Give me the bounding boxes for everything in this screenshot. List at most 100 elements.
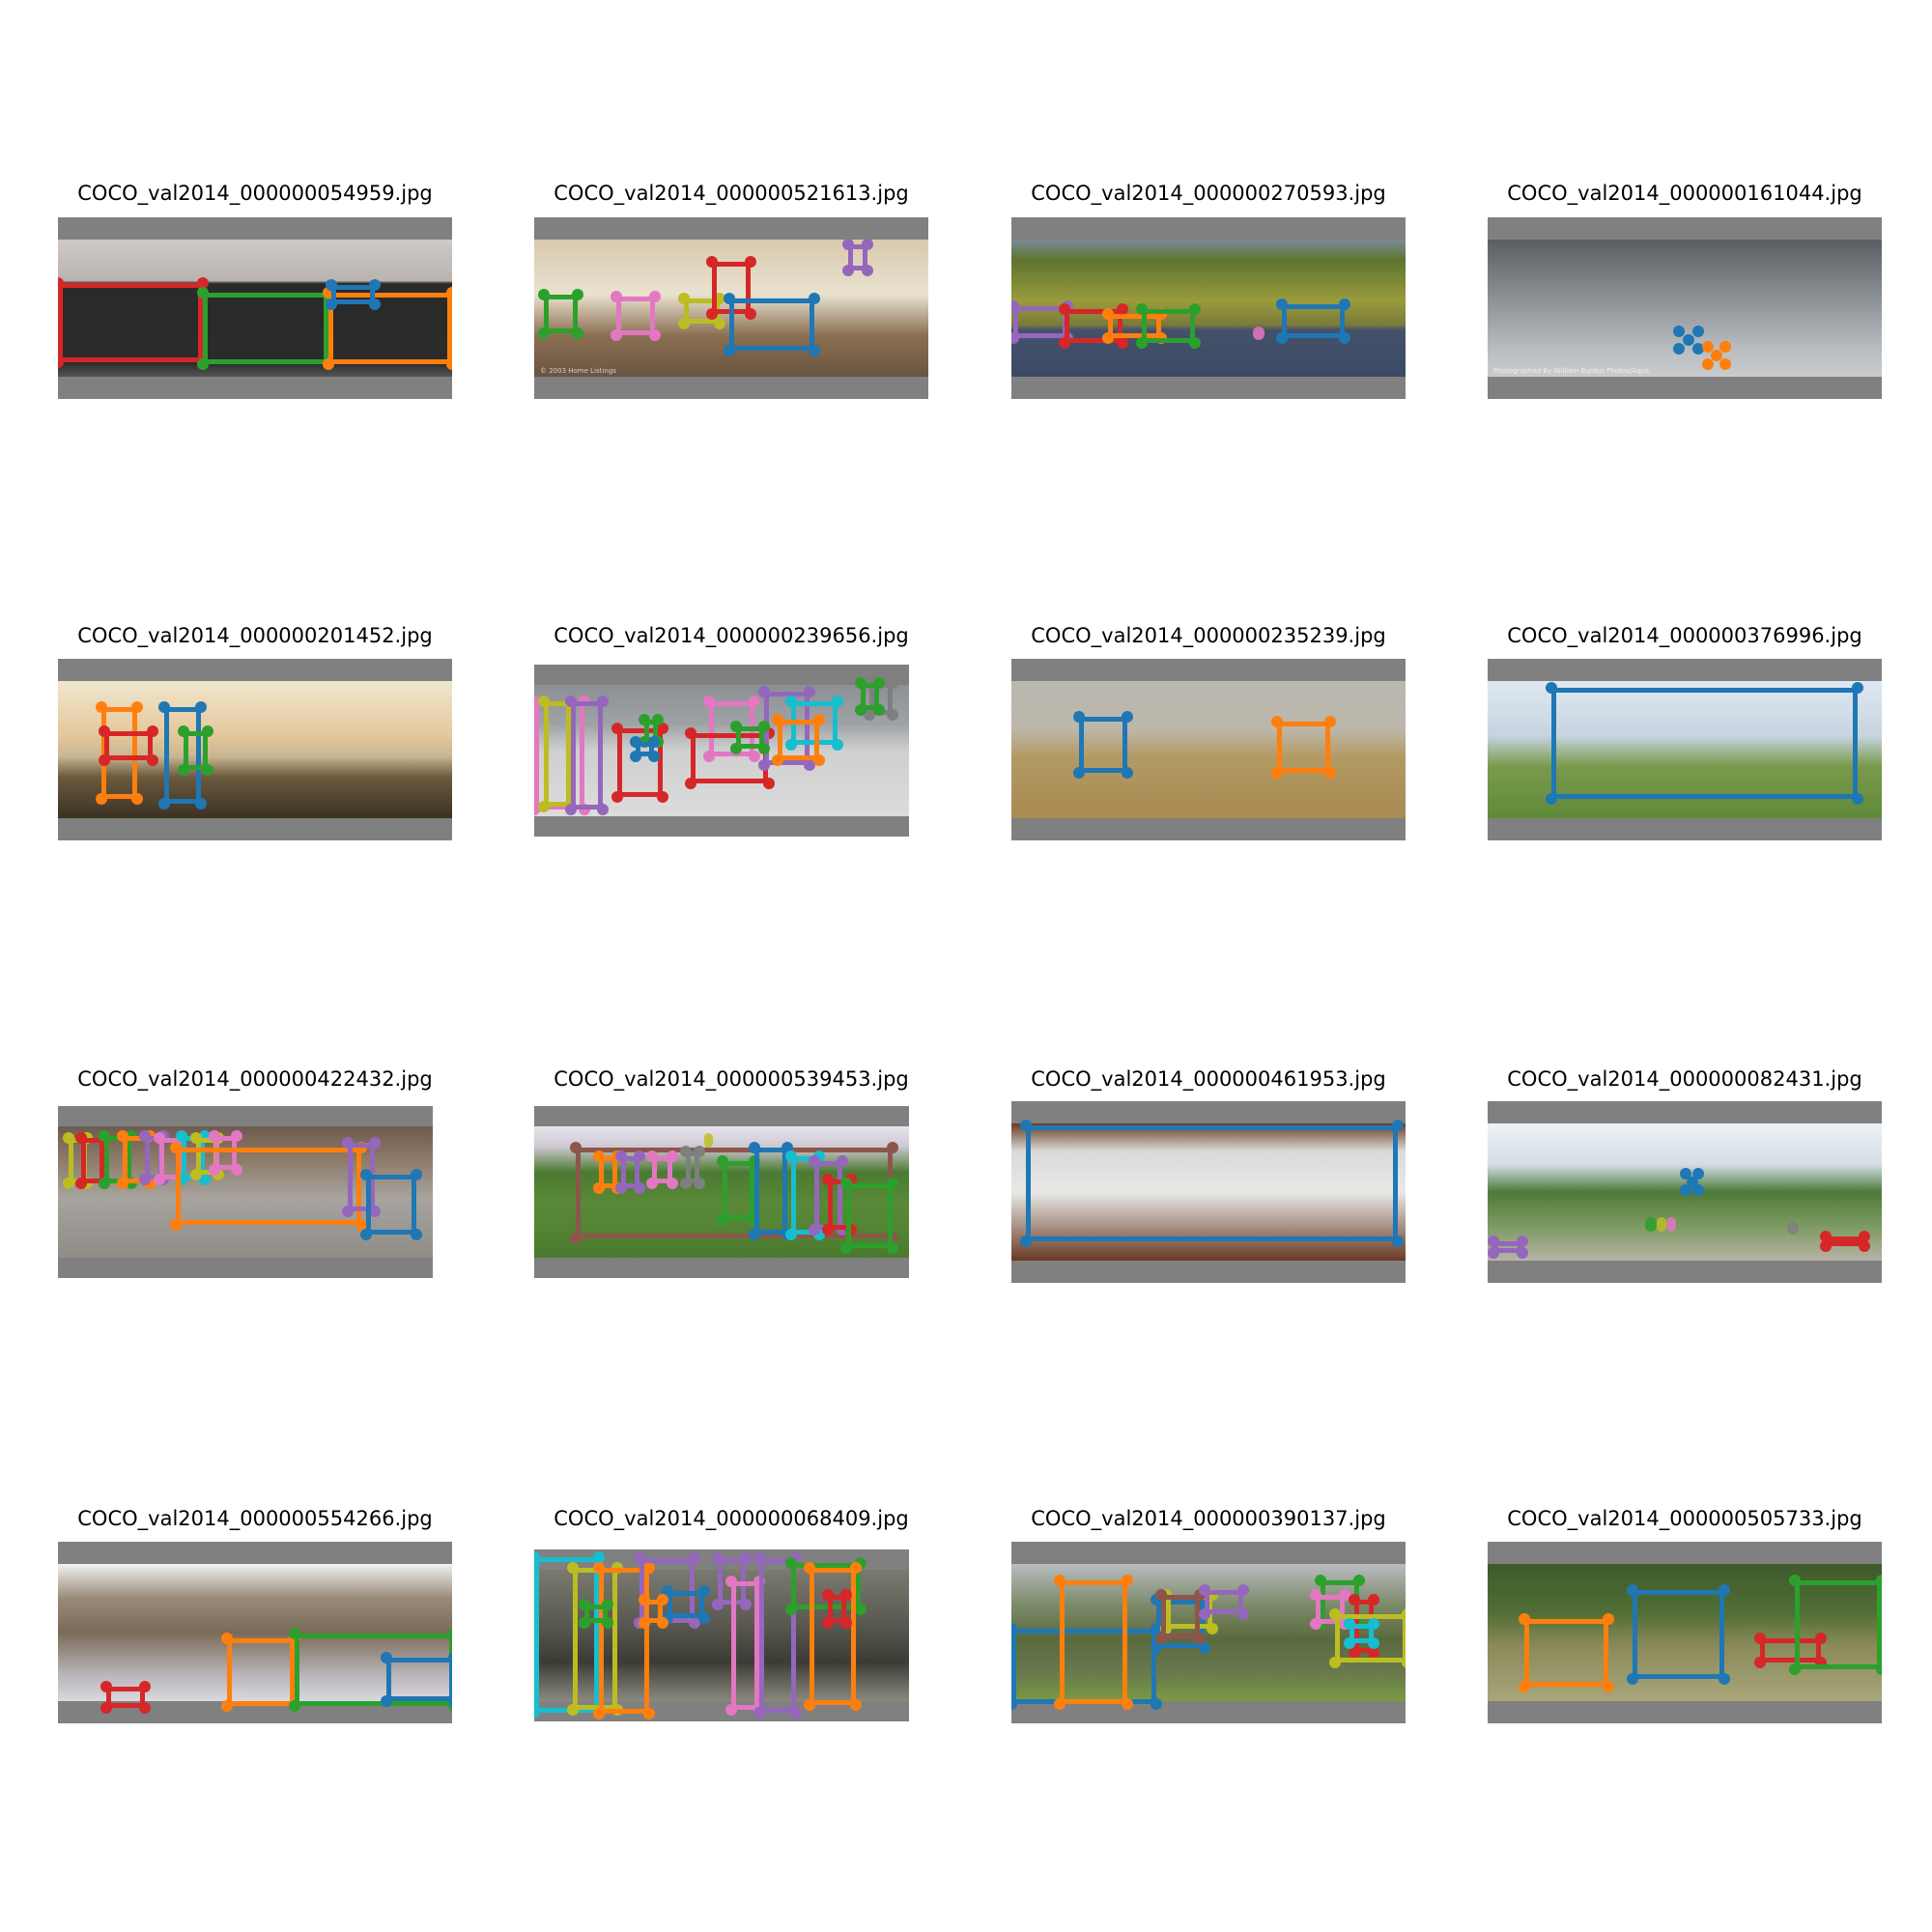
box-corner-dot <box>131 793 143 805</box>
box-corner-dot <box>1276 332 1288 344</box>
box-corner-dot <box>702 695 715 707</box>
bounding-box <box>203 293 328 364</box>
box-corner-dot <box>872 704 885 717</box>
box-corner-dot <box>840 1241 853 1254</box>
box-corner-dot <box>666 1151 678 1163</box>
box-corner-dot <box>1702 358 1714 370</box>
image-frame <box>1488 659 1882 840</box>
panel-title: COCO_val2014_000000376996.jpg <box>1507 624 1862 647</box>
box-corner-dot <box>1517 1247 1528 1259</box>
image-frame <box>58 1542 452 1723</box>
box-corner-dot <box>689 1552 701 1565</box>
box-corner-dot <box>446 287 452 298</box>
box-corner-dot <box>189 1132 202 1145</box>
box-corner-dot <box>757 759 770 772</box>
box-corner-dot <box>739 1552 752 1565</box>
box-corner-dot <box>809 1223 821 1236</box>
box-corner-dot <box>749 1228 761 1240</box>
box-corner-dot <box>195 701 207 713</box>
box-corner-dot <box>446 358 452 370</box>
image-frame <box>1011 1101 1406 1283</box>
panel-title: COCO_val2014_000000521613.jpg <box>554 182 909 205</box>
box-corner-dot <box>592 1708 605 1720</box>
box-corner-dot <box>749 695 761 707</box>
panel-title: COCO_val2014_000000201452.jpg <box>77 624 433 647</box>
box-corner-dot <box>1237 1584 1249 1596</box>
box-corner-dot <box>1310 1589 1321 1601</box>
box-corner-dot <box>1820 1240 1832 1252</box>
box-corner-dot <box>96 701 107 713</box>
panel-title: COCO_val2014_000000235239.jpg <box>1031 624 1386 647</box>
panel-title: COCO_val2014_000000054959.jpg <box>77 182 433 205</box>
image-frame <box>58 1106 433 1278</box>
box-corner-dot <box>1754 1633 1766 1644</box>
panel-title: COCO_val2014_000000082431.jpg <box>1507 1067 1862 1091</box>
bounding-box <box>1551 688 1858 799</box>
box-corner-dot <box>697 1584 710 1597</box>
box-corner-dot <box>1673 326 1685 337</box>
detection-marker <box>1253 327 1264 340</box>
box-corner-dot <box>1199 1608 1210 1620</box>
box-corner-dot <box>147 725 158 737</box>
box-corner-dot <box>1199 1584 1210 1596</box>
panel-title: COCO_val2014_000000161044.jpg <box>1507 182 1862 205</box>
box-corner-dot <box>1519 1681 1530 1692</box>
box-corner-dot <box>611 791 623 804</box>
bounding-box <box>80 1138 104 1184</box>
box-corner-dot <box>842 265 854 276</box>
box-corner-dot <box>74 1132 87 1145</box>
box-corner-dot <box>100 1702 112 1714</box>
box-corner-dot <box>1122 1698 1133 1710</box>
box-corner-dot <box>597 803 610 815</box>
box-corner-dot <box>158 701 170 713</box>
box-corner-dot <box>1719 358 1731 370</box>
box-corner-dot <box>1189 337 1201 349</box>
bounding-box <box>1161 1595 1200 1638</box>
box-corner-dot <box>139 1173 152 1185</box>
box-corner-dot <box>579 1598 591 1610</box>
detection-marker <box>1657 1217 1666 1232</box>
image-frame: Photographed By William Burdus Photos/Aq… <box>1488 217 1882 399</box>
box-corner-dot <box>1488 1247 1499 1259</box>
box-corner-dot <box>1627 1584 1638 1596</box>
box-corner-dot <box>1686 1176 1698 1188</box>
box-corner-dot <box>323 358 334 370</box>
bounding-box <box>571 700 604 810</box>
box-corner-dot <box>749 1141 761 1153</box>
box-corner-dot <box>592 1182 605 1195</box>
image-frame <box>1488 1542 1882 1723</box>
box-corner-dot <box>592 1561 605 1574</box>
box-corner-dot <box>359 1169 372 1180</box>
bounding-box <box>1277 722 1330 773</box>
box-corner-dot <box>1194 1633 1206 1644</box>
box-corner-dot <box>1151 1698 1162 1710</box>
box-corner-dot <box>1059 303 1070 315</box>
box-corner-dot <box>1237 1608 1249 1620</box>
box-corner-dot <box>98 1178 110 1190</box>
box-corner-dot <box>572 327 583 339</box>
box-corner-dot <box>645 1151 658 1163</box>
box-corner-dot <box>202 764 213 776</box>
bounding-box <box>1026 1125 1398 1241</box>
bounding-box <box>722 1160 755 1221</box>
box-corner-dot <box>1349 1594 1360 1605</box>
box-corner-dot <box>1122 711 1133 723</box>
image-frame: © 2003 Home Listings <box>534 217 928 399</box>
box-corner-dot <box>809 293 820 304</box>
box-corner-dot <box>1136 303 1148 315</box>
box-corner-dot <box>572 289 583 300</box>
bounding-box <box>58 283 203 362</box>
box-corner-dot <box>678 293 690 304</box>
box-corner-dot <box>629 750 641 762</box>
box-corner-dot <box>1155 1589 1167 1601</box>
box-corner-dot <box>569 1233 582 1245</box>
box-corner-dot <box>116 1130 128 1143</box>
bounding-box <box>1079 717 1127 773</box>
box-corner-dot <box>359 1228 372 1240</box>
panel-title: COCO_val2014_000000554266.jpg <box>77 1507 433 1530</box>
box-corner-dot <box>1627 1673 1638 1685</box>
box-corner-dot <box>842 239 854 250</box>
bounding-box <box>778 719 819 761</box>
bounding-box <box>1282 304 1345 338</box>
box-corner-dot <box>840 1616 853 1629</box>
